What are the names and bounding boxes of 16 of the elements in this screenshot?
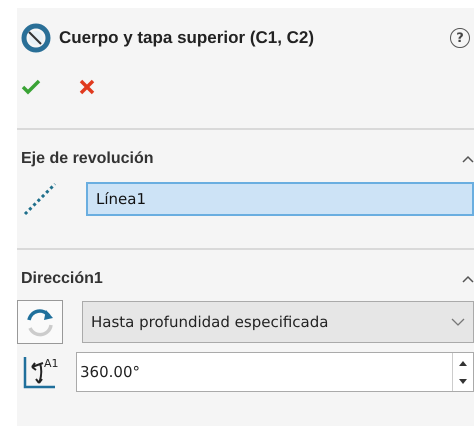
dotted-line-icon — [21, 180, 59, 218]
angle-input-field[interactable]: 360.00° — [76, 352, 474, 392]
help-button[interactable]: ? — [450, 28, 470, 48]
reverse-direction-button[interactable] — [17, 300, 63, 344]
spin-down-icon[interactable] — [458, 378, 468, 384]
spin-up-icon[interactable] — [458, 360, 468, 366]
panel-title: Cuerpo y tapa superior (C1, C2) — [59, 28, 316, 48]
ok-check-icon[interactable] — [21, 79, 41, 95]
collapse-chevron-icon[interactable] — [462, 155, 474, 163]
chevron-down-icon — [451, 318, 465, 326]
cancel-x-icon[interactable] — [79, 79, 95, 95]
collapse-chevron-icon[interactable] — [462, 275, 474, 283]
section-title: Dirección1 — [21, 270, 103, 288]
axis-input-field[interactable]: Línea1 — [86, 182, 474, 216]
end-condition-dropdown[interactable]: Hasta profundidad especificada — [82, 301, 474, 343]
section-title: Eje de revolución — [21, 150, 154, 168]
